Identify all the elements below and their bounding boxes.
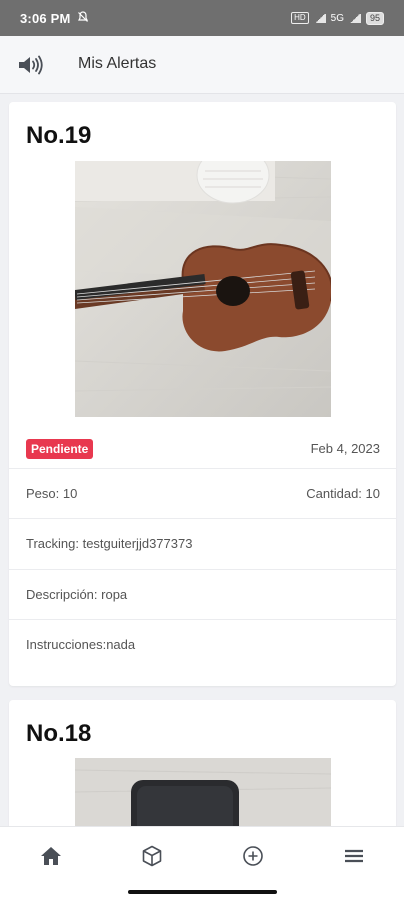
home-icon[interactable] (37, 843, 65, 869)
descripcion-value: Descripción: ropa (26, 587, 128, 602)
divider (9, 619, 396, 620)
weight-quantity-row: Peso: 10 Cantidad: 10 (26, 486, 380, 501)
status-bar: 3:06 PM HD 5G 95 (0, 0, 404, 36)
alert-number: No.18 (26, 720, 92, 747)
app-bar: Mis Alertas (0, 36, 404, 94)
signal-icon (313, 13, 326, 23)
notifications-muted-icon (77, 10, 89, 26)
alert-date: Feb 4, 2023 (310, 441, 380, 456)
alert-number: No.19 (26, 122, 92, 149)
status-icons: HD 5G 95 (291, 11, 384, 25)
menu-icon[interactable] (340, 843, 368, 869)
page-title: Mis Alertas (78, 55, 157, 72)
signal-icon-2 (348, 13, 361, 23)
package-icon[interactable] (138, 843, 166, 869)
bottom-nav (0, 826, 404, 900)
add-circle-icon[interactable] (239, 843, 267, 869)
speaker-icon[interactable] (16, 54, 44, 76)
alert-card[interactable]: No.19 Pendiente Feb 4, 2023 Peso: 10 Can… (9, 102, 396, 686)
description-row: Descripción: ropa (26, 587, 380, 602)
divider (9, 569, 396, 570)
divider (9, 518, 396, 519)
alert-card[interactable]: No.18 (9, 700, 396, 826)
instructions-row: Instrucciones:nada (26, 637, 380, 652)
alert-photo (75, 758, 331, 826)
hd-icon: HD (291, 12, 309, 24)
tracking-value: Tracking: testguiterjjd377373 (26, 536, 193, 551)
status-time: 3:06 PM (20, 10, 71, 26)
cantidad-value: Cantidad: 10 (306, 486, 380, 501)
instrucciones-value: Instrucciones:nada (26, 637, 136, 652)
alerts-list[interactable]: No.19 Pendiente Feb 4, 2023 Peso: 10 Can… (0, 94, 404, 826)
battery-icon: 95 (365, 11, 384, 25)
peso-value: Peso: 10 (26, 486, 78, 501)
status-badge: Pendiente (26, 439, 94, 459)
network-badge: 5G (330, 12, 344, 24)
alert-photo (75, 161, 331, 417)
divider (9, 468, 396, 469)
tracking-row: Tracking: testguiterjjd377373 (26, 536, 380, 551)
gesture-bar[interactable] (128, 890, 277, 894)
